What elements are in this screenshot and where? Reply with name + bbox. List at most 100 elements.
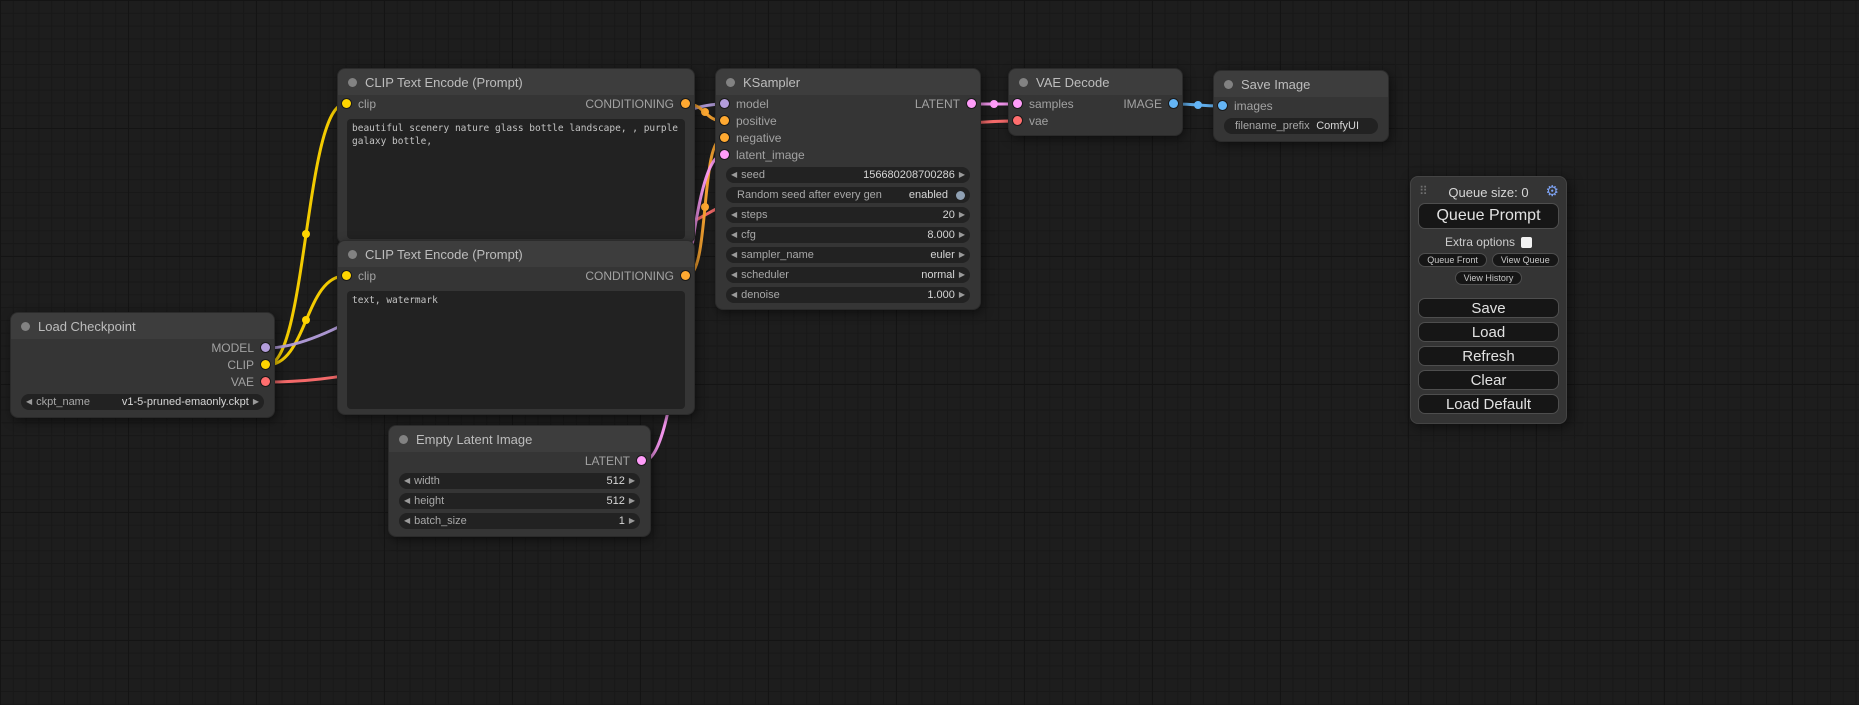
widget-sampler-name[interactable]: ◀ sampler_name euler ▶	[726, 247, 970, 263]
output-slot-vae[interactable]: VAE	[11, 373, 274, 390]
prompt-text-input[interactable]: beautiful scenery nature glass bottle la…	[347, 119, 685, 239]
output-slot-latent[interactable]: LATENT	[915, 95, 980, 112]
output-slot-conditioning[interactable]: CONDITIONING	[585, 267, 694, 284]
node-title-bar[interactable]: Save Image	[1214, 71, 1388, 97]
collapse-dot-icon[interactable]	[21, 322, 30, 331]
clear-button[interactable]: Clear	[1418, 370, 1559, 390]
extra-options-checkbox[interactable]	[1521, 237, 1532, 248]
decrement-arrow-icon[interactable]: ◀	[731, 207, 737, 223]
save-button[interactable]: Save	[1418, 298, 1559, 318]
widget-batch-size[interactable]: ◀ batch_size 1 ▶	[399, 513, 640, 529]
widget-width[interactable]: ◀ width 512 ▶	[399, 473, 640, 489]
queue-front-button[interactable]: Queue Front	[1418, 253, 1487, 267]
increment-arrow-icon[interactable]: ▶	[959, 167, 965, 183]
refresh-button[interactable]: Refresh	[1418, 346, 1559, 366]
widget-denoise[interactable]: ◀ denoise 1.000 ▶	[726, 287, 970, 303]
node-title-bar[interactable]: CLIP Text Encode (Prompt)	[338, 241, 694, 267]
input-slot-negative[interactable]: negative	[716, 129, 980, 146]
drag-handle-icon[interactable]: ⠿	[1419, 184, 1428, 198]
node-title-bar[interactable]: VAE Decode	[1009, 69, 1182, 95]
images-input-pin[interactable]	[1218, 101, 1227, 110]
samples-input-pin[interactable]	[1013, 99, 1022, 108]
node-graph-canvas[interactable]: { "icons": { "arrow_left": "◀", "arrow_r…	[0, 0, 1859, 705]
load-default-button[interactable]: Load Default	[1418, 394, 1559, 414]
increment-arrow-icon[interactable]: ▶	[959, 247, 965, 263]
increment-arrow-icon[interactable]: ▶	[959, 287, 965, 303]
node-title-bar[interactable]: CLIP Text Encode (Prompt)	[338, 69, 694, 95]
collapse-dot-icon[interactable]	[1224, 80, 1233, 89]
vae-input-pin[interactable]	[1013, 116, 1022, 125]
decrement-arrow-icon[interactable]: ◀	[731, 247, 737, 263]
input-slot-images[interactable]: images	[1214, 97, 1388, 114]
output-slot-image[interactable]: IMAGE	[1123, 95, 1182, 112]
input-slot-samples[interactable]: samples	[1009, 95, 1074, 112]
decrement-arrow-icon[interactable]: ◀	[26, 394, 32, 410]
prompt-text-input[interactable]: text, watermark	[347, 291, 685, 409]
node-save-image[interactable]: Save Image images filename_prefix ComfyU…	[1213, 70, 1389, 142]
view-history-button[interactable]: View History	[1455, 271, 1523, 285]
node-vae-decode[interactable]: VAE Decode samples IMAGE vae	[1008, 68, 1183, 136]
collapse-dot-icon[interactable]	[348, 250, 357, 259]
queue-prompt-button[interactable]: Queue Prompt	[1418, 203, 1559, 229]
node-clip-text-encode-negative[interactable]: CLIP Text Encode (Prompt) clip CONDITION…	[337, 240, 695, 415]
widget-seed[interactable]: ◀ seed 156680208700286 ▶	[726, 167, 970, 183]
decrement-arrow-icon[interactable]: ◀	[731, 167, 737, 183]
node-title-bar[interactable]: KSampler	[716, 69, 980, 95]
clip-input-pin[interactable]	[342, 99, 351, 108]
clip-output-pin[interactable]	[261, 360, 270, 369]
model-output-pin[interactable]	[261, 343, 270, 352]
node-title-bar[interactable]: Load Checkpoint	[11, 313, 274, 339]
collapse-dot-icon[interactable]	[348, 78, 357, 87]
widget-steps[interactable]: ◀ steps 20 ▶	[726, 207, 970, 223]
widget-height[interactable]: ◀ height 512 ▶	[399, 493, 640, 509]
load-button[interactable]: Load	[1418, 322, 1559, 342]
widget-scheduler[interactable]: ◀ scheduler normal ▶	[726, 267, 970, 283]
input-slot-latent-image[interactable]: latent_image	[716, 146, 980, 163]
collapse-dot-icon[interactable]	[399, 435, 408, 444]
widget-cfg[interactable]: ◀ cfg 8.000 ▶	[726, 227, 970, 243]
decrement-arrow-icon[interactable]: ◀	[404, 473, 410, 489]
input-slot-clip[interactable]: clip	[338, 267, 376, 284]
node-ksampler[interactable]: KSampler model positive negative latent_…	[715, 68, 981, 310]
output-slot-latent[interactable]: LATENT	[389, 452, 650, 469]
widget-filename-prefix[interactable]: filename_prefix ComfyUI	[1224, 118, 1378, 134]
decrement-arrow-icon[interactable]: ◀	[731, 227, 737, 243]
input-slot-positive[interactable]: positive	[716, 112, 980, 129]
output-slot-conditioning[interactable]: CONDITIONING	[585, 95, 694, 112]
increment-arrow-icon[interactable]: ▶	[959, 207, 965, 223]
decrement-arrow-icon[interactable]: ◀	[404, 513, 410, 529]
negative-input-pin[interactable]	[720, 133, 729, 142]
input-slot-vae[interactable]: vae	[1009, 112, 1182, 129]
widget-ckpt-name[interactable]: ◀ ckpt_name v1-5-pruned-emaonly.ckpt ▶	[21, 394, 264, 410]
decrement-arrow-icon[interactable]: ◀	[731, 267, 737, 283]
node-clip-text-encode-positive[interactable]: CLIP Text Encode (Prompt) clip CONDITION…	[337, 68, 695, 244]
settings-gear-icon[interactable]: ⚙	[1546, 182, 1559, 200]
clip-input-pin[interactable]	[342, 271, 351, 280]
collapse-dot-icon[interactable]	[1019, 78, 1028, 87]
positive-input-pin[interactable]	[720, 116, 729, 125]
toggle-knob[interactable]	[956, 191, 965, 200]
conditioning-output-pin[interactable]	[681, 99, 690, 108]
conditioning-output-pin[interactable]	[681, 271, 690, 280]
node-title-bar[interactable]: Empty Latent Image	[389, 426, 650, 452]
vae-output-pin[interactable]	[261, 377, 270, 386]
model-input-pin[interactable]	[720, 99, 729, 108]
increment-arrow-icon[interactable]: ▶	[959, 267, 965, 283]
view-queue-button[interactable]: View Queue	[1492, 253, 1559, 267]
input-slot-clip[interactable]: clip	[338, 95, 376, 112]
latent-output-pin[interactable]	[637, 456, 646, 465]
increment-arrow-icon[interactable]: ▶	[629, 493, 635, 509]
decrement-arrow-icon[interactable]: ◀	[731, 287, 737, 303]
node-load-checkpoint[interactable]: Load Checkpoint MODEL CLIP VAE ◀ ckpt_na…	[10, 312, 275, 418]
increment-arrow-icon[interactable]: ▶	[959, 227, 965, 243]
latent-input-pin[interactable]	[720, 150, 729, 159]
image-output-pin[interactable]	[1169, 99, 1178, 108]
output-slot-clip[interactable]: CLIP	[11, 356, 274, 373]
output-slot-model[interactable]: MODEL	[11, 339, 274, 356]
increment-arrow-icon[interactable]: ▶	[629, 513, 635, 529]
latent-output-pin[interactable]	[967, 99, 976, 108]
collapse-dot-icon[interactable]	[726, 78, 735, 87]
increment-arrow-icon[interactable]: ▶	[253, 394, 259, 410]
widget-random-seed-toggle[interactable]: Random seed after every gen enabled	[726, 187, 970, 203]
increment-arrow-icon[interactable]: ▶	[629, 473, 635, 489]
